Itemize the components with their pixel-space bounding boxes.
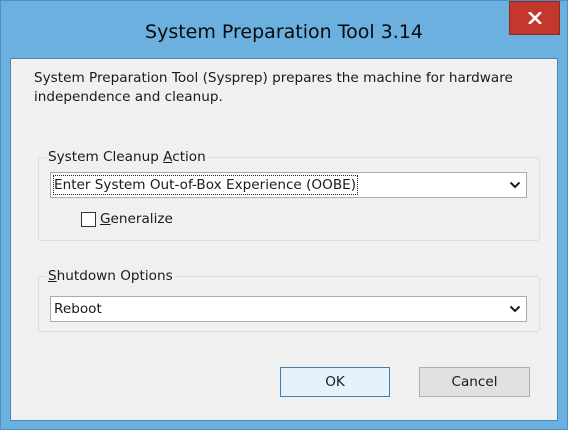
description-text: System Preparation Tool (Sysprep) prepar… [34,70,513,105]
generalize-option[interactable]: Generalize [81,209,173,229]
shutdown-option-value: Reboot [54,301,102,317]
cleanup-label-mnemonic: A [163,149,173,165]
shutdown-options-label: Shutdown Options [46,266,175,286]
dialog-body: System Preparation Tool (Sysprep) prepar… [10,58,558,421]
system-cleanup-action-group: System Cleanup Action Enter System Out-o… [38,147,540,241]
generalize-checkbox[interactable] [81,211,96,227]
shutdown-options-group: Shutdown Options Reboot [38,266,540,332]
shutdown-label-suffix: hutdown Options [56,268,173,284]
cleanup-label-prefix: System Cleanup [48,149,164,165]
shutdown-label-mnemonic: S [48,268,57,284]
close-icon [527,12,542,24]
close-button[interactable] [509,1,560,35]
generalize-label[interactable]: Generalize [100,211,173,227]
chevron-down-icon [509,181,521,189]
cancel-button[interactable]: Cancel [419,367,530,397]
chevron-down-icon [509,305,521,313]
shutdown-options-dropdown[interactable]: Reboot [50,296,527,322]
title-bar[interactable]: System Preparation Tool 3.14 [1,1,567,57]
system-cleanup-action-label: System Cleanup Action [46,147,208,167]
cleanup-action-dropdown[interactable]: Enter System Out-of-Box Experience (OOBE… [50,172,527,198]
cleanup-action-value: Enter System Out-of-Box Experience (OOBE… [52,175,359,195]
generalize-label-mnemonic: G [100,211,111,227]
ok-button[interactable]: OK [280,367,390,397]
generalize-label-suffix: eneralize [110,211,173,227]
cleanup-label-suffix: ction [172,149,206,165]
window-title: System Preparation Tool 3.14 [145,21,423,43]
sysprep-dialog: System Preparation Tool 3.14 System Prep… [0,0,568,430]
